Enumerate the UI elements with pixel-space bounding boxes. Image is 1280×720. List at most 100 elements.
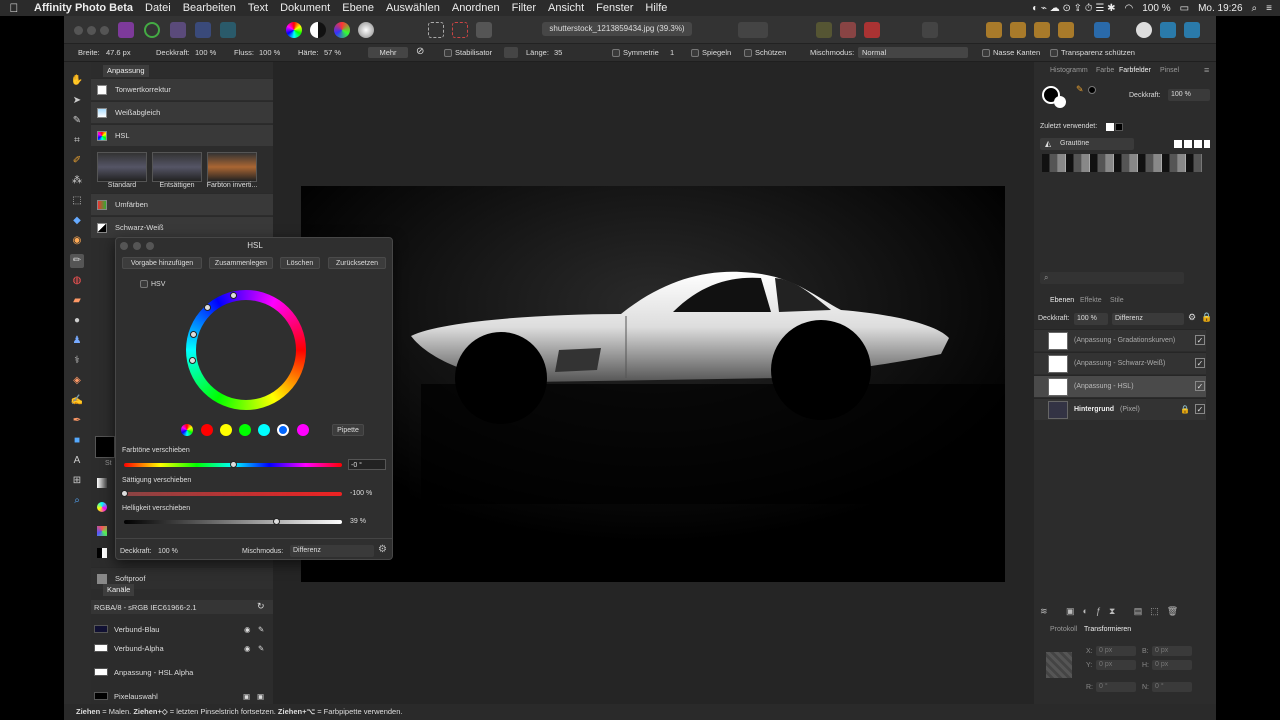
rotation-field[interactable]: 0 ° (1096, 682, 1136, 692)
layer-settings-gear-icon[interactable]: ⚙ (1188, 312, 1196, 323)
menu-dokument[interactable]: Dokument (274, 0, 336, 16)
tab-layers[interactable]: Ebenen (1050, 297, 1074, 304)
tab-anpassung[interactable]: Anpassung (103, 65, 149, 77)
shape-tool-icon[interactable]: ■ (70, 434, 84, 448)
wheel-handle[interactable] (230, 292, 237, 299)
layer-row[interactable]: Hintergrund (Pixel) 🔒 ✓ (1034, 398, 1206, 420)
arrange-forward-icon[interactable] (1034, 22, 1050, 38)
swatch-search-field[interactable]: ⌕ (1040, 272, 1184, 284)
cyan-swatch[interactable] (258, 424, 270, 436)
wheel-handle[interactable] (190, 331, 197, 338)
master-swatch[interactable] (181, 424, 193, 436)
move-tool-icon[interactable]: ➤ (70, 94, 84, 108)
wet-edges-checkbox[interactable] (982, 49, 990, 57)
hue-slider-knob[interactable] (230, 461, 237, 468)
layer-visibility-checkbox[interactable]: ✓ (1195, 358, 1205, 368)
channel-row[interactable]: Verbund-Blau ◉ ✎ (91, 620, 273, 638)
assistant-icon[interactable] (922, 22, 938, 38)
layer-actions-bar[interactable]: ≋ ▣◐ƒ⧗ ▤⬚🗑 (1034, 606, 1216, 618)
panel-menu-icon[interactable]: ≡ (1204, 65, 1209, 75)
eyedropper-icon[interactable]: ✎ (1076, 84, 1084, 95)
mirror-checkbox[interactable] (691, 49, 699, 57)
eye-icon[interactable]: ◉ (244, 625, 251, 634)
yellow-swatch[interactable] (220, 424, 232, 436)
hue-value[interactable]: -0 ° (348, 459, 386, 470)
length-value[interactable]: 35 (554, 48, 562, 57)
tab-swatches[interactable]: Farbfelder (1119, 67, 1151, 74)
more-button[interactable]: Mehr (368, 47, 408, 58)
quick-mask-icon[interactable] (816, 22, 832, 38)
clone-tool-icon[interactable]: ♟ (70, 334, 84, 348)
boolean-intersect-icon[interactable] (1184, 22, 1200, 38)
menu-extras-icon[interactable]: ≡ (1266, 3, 1272, 14)
recent-swatch[interactable] (1106, 123, 1114, 131)
layer-opacity-value[interactable]: 100 % (1074, 313, 1108, 325)
protect-alpha-checkbox[interactable] (1050, 49, 1058, 57)
add-preset-button[interactable]: Vorgabe hinzufügen (122, 257, 202, 269)
hand-tool-icon[interactable]: ✋ (70, 74, 84, 88)
boolean-add-icon[interactable] (1136, 22, 1152, 38)
green-swatch[interactable] (239, 424, 251, 436)
hardness-value[interactable]: 57 % (324, 48, 341, 57)
tab-styles[interactable]: Stile (1110, 297, 1124, 304)
stabilizer-checkbox[interactable] (444, 49, 452, 57)
edit-icon[interactable]: ✎ (258, 644, 264, 653)
erase-tool-icon[interactable]: ▰ (70, 294, 84, 308)
adjustment-hsl[interactable]: HSL (91, 124, 273, 146)
apple-icon[interactable]:  (0, 1, 28, 15)
menu-ansicht[interactable]: Ansicht (542, 0, 590, 16)
dodge-tool-icon[interactable]: ● (70, 314, 84, 328)
menu-auswaehlen[interactable]: Auswählen (380, 0, 446, 16)
blend-mode-select[interactable]: Normal (858, 47, 968, 58)
menu-anordnen[interactable]: Anordnen (446, 0, 506, 16)
palette-select[interactable]: Grautöne (1040, 138, 1134, 150)
wheel-handle[interactable] (189, 357, 196, 364)
document-tab[interactable]: shutterstock_1213859434.jpg (39.3%) (542, 22, 692, 36)
channel-row[interactable]: Pixelauswahl ▣ ▣ (91, 687, 273, 705)
selection-brush-icon[interactable]: ✐ (70, 154, 84, 168)
menu-app[interactable]: Affinity Photo Beta (28, 0, 139, 16)
dialog-blend-select[interactable]: Differenz (290, 545, 374, 557)
paint-brush-tool-icon[interactable]: ✏ (70, 254, 84, 268)
tone-mapping-persona-icon[interactable] (195, 22, 211, 38)
lightness-value[interactable]: 39 % (348, 516, 386, 527)
text-tool-icon[interactable]: A (70, 454, 84, 468)
smudge-tool-icon[interactable]: ✍ (70, 394, 84, 408)
protect-checkbox[interactable] (744, 49, 752, 57)
adjustment-black-white[interactable]: Schwarz-Weiß (91, 216, 273, 238)
saturation-value[interactable]: -100 % (348, 488, 386, 499)
anchor-grid-icon[interactable] (1046, 652, 1072, 678)
auto-contrast-icon[interactable] (310, 22, 326, 38)
tab-brushes[interactable]: Pinsel (1160, 67, 1179, 74)
swatch-toggles[interactable] (1174, 140, 1210, 148)
arrange-back-icon[interactable] (986, 22, 1002, 38)
battery-icon[interactable]: ▭ (1180, 3, 1189, 14)
color-replacement-icon[interactable]: ◍ (70, 274, 84, 288)
adjustment-recolor[interactable]: Umfärben (91, 193, 273, 215)
zoom-window-button[interactable] (100, 26, 109, 35)
red-swatch[interactable] (201, 424, 213, 436)
layer-lock-icon[interactable]: 🔒 (1201, 312, 1212, 323)
layer-row[interactable]: (Anpassung - Gradationskurven) ✓ (1034, 329, 1206, 351)
opacity-value[interactable]: 100 % (195, 48, 216, 57)
tab-histogram[interactable]: Histogramm (1050, 67, 1088, 74)
merge-button[interactable]: Zusammenlegen (209, 257, 273, 269)
blemish-tool-icon[interactable]: ⚕ (70, 354, 84, 368)
width-field[interactable]: 0 px (1152, 646, 1192, 656)
menu-fenster[interactable]: Fenster (590, 0, 639, 16)
rope-mode-icon[interactable] (504, 47, 518, 58)
document-canvas[interactable] (301, 186, 1021, 582)
tab-color[interactable]: Farbe (1096, 67, 1114, 74)
hsv-checkbox[interactable] (140, 280, 148, 288)
magenta-swatch[interactable] (297, 424, 309, 436)
edit-icon[interactable]: ✎ (258, 625, 264, 634)
reset-channels-icon[interactable]: ↻ (257, 601, 265, 612)
tab-history[interactable]: Protokoll (1050, 626, 1077, 633)
align-icon[interactable] (1094, 22, 1110, 38)
menu-datei[interactable]: Datei (139, 0, 177, 16)
selection-icon[interactable]: ▣ (257, 692, 264, 701)
width-value[interactable]: 47.6 px (106, 48, 131, 57)
y-field[interactable]: 0 px (1096, 660, 1136, 670)
develop-persona-icon[interactable] (170, 22, 186, 38)
menu-bearbeiten[interactable]: Bearbeiten (177, 0, 242, 16)
